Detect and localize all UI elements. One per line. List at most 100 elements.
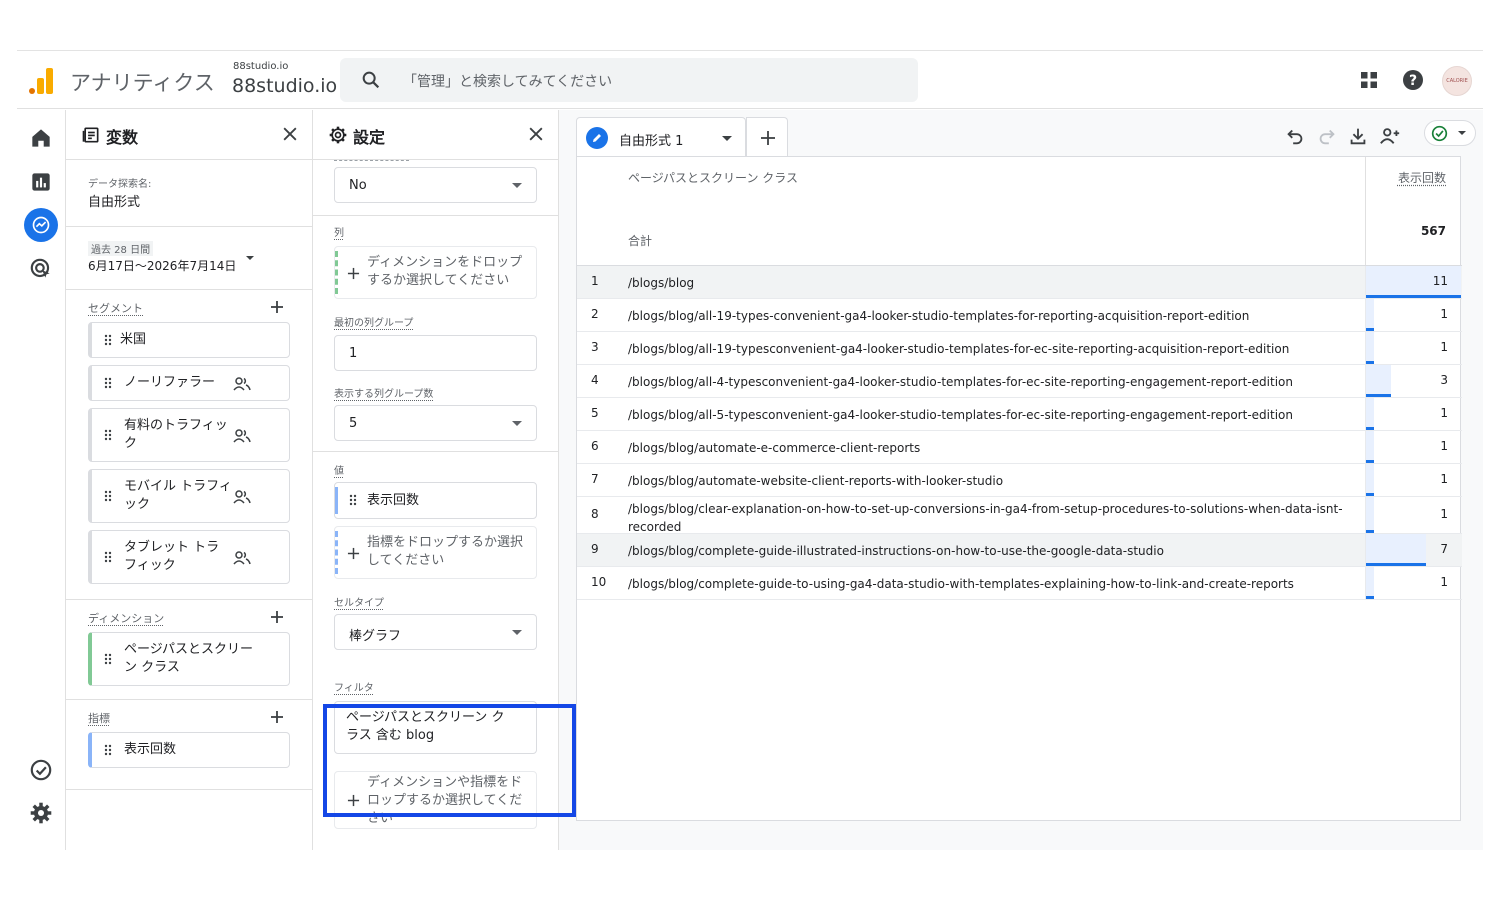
variables-title: 変数 (106, 128, 139, 147)
apps-grid-icon[interactable] (1357, 68, 1381, 92)
help-icon[interactable]: ? (1401, 68, 1425, 92)
drag-handle-icon[interactable] (104, 377, 112, 389)
row-number: 4 (591, 373, 599, 387)
drag-handle-icon[interactable] (104, 744, 112, 756)
segment-chip[interactable]: 有料のトラフィック (88, 408, 290, 462)
table-row[interactable]: 10/blogs/blog/complete-guide-to-using-ga… (577, 567, 1462, 600)
groups-count-select[interactable]: 5 (334, 405, 537, 441)
first-group-input[interactable]: 1 (334, 335, 537, 371)
views-value-cell: 1 (1440, 507, 1448, 521)
page-path-cell[interactable]: /blogs/blog/automate-e-commerce-client-r… (628, 439, 1353, 457)
value-bar-line (1365, 460, 1374, 463)
property-selector[interactable]: 88studio.io (232, 75, 337, 97)
value-bar-line (1365, 596, 1374, 599)
page-path-cell[interactable]: /blogs/blog/clear-explanation-on-how-to-… (628, 500, 1353, 536)
groups-count-value: 5 (349, 416, 358, 431)
page-path-cell[interactable]: /blogs/blog/automate-website-client-repo… (628, 472, 1353, 490)
download-icon[interactable] (1347, 125, 1369, 147)
segment-chip[interactable]: タブレット トラフィック (88, 530, 290, 584)
variables-list-icon (82, 127, 99, 143)
search-bar[interactable]: 「管理」と検索してみてください (340, 58, 918, 102)
drag-handle-icon[interactable] (349, 494, 357, 506)
page-path-cell[interactable]: /blogs/blog/all-19-types-convenient-ga4-… (628, 307, 1353, 325)
table-row[interactable]: 2/blogs/blog/all-19-types-convenient-ga4… (577, 299, 1462, 332)
table-row[interactable]: 7/blogs/blog/automate-website-client-rep… (577, 464, 1462, 497)
dimension-chip[interactable]: ページパスとスクリーン クラス (88, 632, 290, 686)
dimensions-label: ディメンション (88, 612, 165, 625)
share-users-icon[interactable] (1379, 125, 1401, 147)
edit-pencil-icon[interactable] (586, 127, 608, 149)
drag-handle-icon[interactable] (104, 334, 112, 346)
table-row[interactable]: 8/blogs/blog/clear-explanation-on-how-to… (577, 497, 1462, 534)
undo-icon[interactable] (1284, 125, 1306, 147)
dimension-bar (335, 251, 338, 294)
explore-button[interactable] (24, 208, 58, 242)
drag-handle-icon[interactable] (104, 490, 112, 502)
segment-chip[interactable]: モバイル トラフィック (88, 469, 290, 523)
table-row[interactable]: 6/blogs/blog/automate-e-commerce-client-… (577, 431, 1462, 464)
table-row[interactable]: 4/blogs/blog/all-4-typesconvenient-ga4-l… (577, 365, 1462, 398)
value-bar-line (1365, 530, 1374, 533)
page-path-cell[interactable]: /blogs/blog (628, 274, 1353, 292)
table-row[interactable]: 3/blogs/blog/all-19-typesconvenient-ga4-… (577, 332, 1462, 365)
account-name[interactable]: 88studio.io (233, 61, 288, 72)
admin-gear-icon[interactable] (28, 800, 54, 826)
values-label: 値 (334, 466, 344, 477)
table-row[interactable]: 9/blogs/blog/complete-guide-illustrated-… (577, 534, 1462, 567)
tab-free-form[interactable]: 自由形式 1 (576, 117, 746, 157)
segment-chip[interactable]: 米国 (88, 322, 290, 358)
drag-handle-icon[interactable] (104, 653, 112, 665)
date-dropdown-caret-icon (246, 256, 254, 260)
add-plus-icon (347, 267, 360, 280)
dropdown-caret-icon (512, 421, 522, 426)
reports-icon[interactable] (28, 169, 54, 195)
columns-drop-zone[interactable]: ディメンションをドロップするか選択してください (334, 246, 537, 299)
add-tab-button[interactable] (746, 117, 788, 157)
page-path-cell[interactable]: /blogs/blog/complete-guide-to-using-ga4-… (628, 575, 1353, 593)
page-path-cell[interactable]: /blogs/blog/all-19-typesconvenient-ga4-l… (628, 340, 1353, 358)
values-drop-zone[interactable]: 指標をドロップするか選択してください (334, 526, 537, 579)
value-bar-line (1365, 563, 1426, 566)
top-bar: アナリティクス 88studio.io 88studio.io 「管理」と検索し… (17, 51, 1483, 109)
close-variables-icon[interactable] (280, 124, 300, 144)
value-bar-fill (1365, 567, 1374, 599)
cell-type-select[interactable]: 棒グラフ (334, 614, 537, 650)
exploration-name-value[interactable]: 自由形式 (88, 191, 140, 210)
views-value-cell: 1 (1440, 439, 1448, 453)
value-metric-chip[interactable]: 表示回数 (334, 482, 537, 519)
row-number: 6 (591, 439, 599, 453)
drag-handle-icon[interactable] (104, 551, 112, 563)
add-metric-plus-icon[interactable] (270, 710, 284, 724)
metric-chip[interactable]: 表示回数 (88, 732, 290, 768)
close-settings-icon[interactable] (526, 124, 546, 144)
table-row[interactable]: 5/blogs/blog/all-5-typesconvenient-ga4-l… (577, 398, 1462, 431)
tab-menu-caret-icon[interactable] (722, 136, 732, 141)
add-dimension-plus-icon[interactable] (270, 610, 284, 624)
segments-label: セグメント (88, 302, 143, 315)
date-range-section[interactable]: 過去 28 日間 6月17日〜2026年7月14日 (66, 227, 312, 290)
add-segment-plus-icon[interactable] (270, 300, 284, 314)
home-icon[interactable] (28, 125, 54, 151)
drag-handle-icon[interactable] (104, 429, 112, 441)
value-bar-fill (1365, 332, 1374, 364)
status-check-dropdown[interactable] (1424, 120, 1476, 146)
table-row[interactable]: 1/blogs/blog 11 (577, 266, 1462, 299)
page-path-cell[interactable]: /blogs/blog/complete-guide-illustrated-i… (628, 542, 1353, 560)
analytics-logo-icon[interactable] (29, 68, 53, 94)
views-value-cell: 1 (1440, 575, 1448, 589)
account-avatar[interactable]: CALORIE (1442, 66, 1472, 96)
show-rows-select[interactable]: No (334, 167, 537, 203)
page-path-cell[interactable]: /blogs/blog/all-5-typesconvenient-ga4-lo… (628, 406, 1353, 424)
insights-check-icon[interactable] (28, 757, 54, 783)
user-segment-icon (233, 490, 251, 504)
exploration-name-section: データ探索名: 自由形式 (66, 160, 312, 227)
segment-chip[interactable]: ノーリファラー (88, 365, 290, 401)
views-value-cell: 1 (1440, 307, 1448, 321)
metric-column-header[interactable]: 表示回数 (1386, 169, 1446, 187)
page-path-cell[interactable]: /blogs/blog/all-4-typesconvenient-ga4-lo… (628, 373, 1353, 391)
value-bar-line (1365, 427, 1374, 430)
dimension-column-header[interactable]: ページパスとスクリーン クラス (628, 169, 798, 186)
redo-icon[interactable] (1316, 125, 1338, 147)
cell-divider (1365, 266, 1366, 298)
advertising-icon[interactable] (28, 256, 54, 282)
